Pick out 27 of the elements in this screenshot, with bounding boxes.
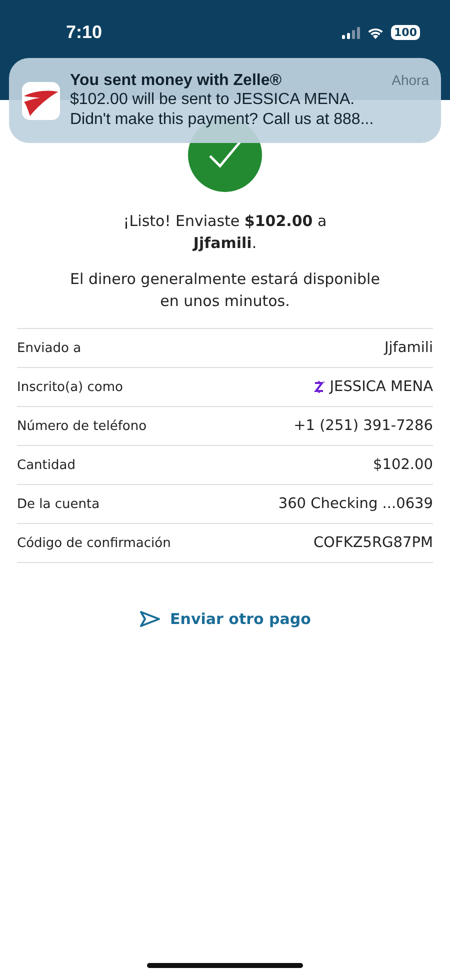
detail-label: Número de teléfono <box>17 418 147 434</box>
detail-value: JESSICA MENA <box>330 379 433 395</box>
detail-value: $102.00 <box>373 457 433 473</box>
detail-value: Jjfamili <box>384 340 433 356</box>
app-icon <box>22 82 60 120</box>
detail-label: Inscrito(a) como <box>17 380 123 394</box>
send-another-button[interactable]: Enviar otro pago <box>133 609 317 629</box>
notification-text: $102.00 will be sent to JESSICA MENA. <box>70 90 356 110</box>
detail-label: De la cuenta <box>17 496 100 512</box>
battery-level: 100 <box>391 25 420 40</box>
detail-label: Enviado a <box>17 340 82 356</box>
zelle-icon <box>314 380 325 394</box>
status-time: 7:10 <box>66 22 102 43</box>
detail-value: COFKZ5RG87PM <box>313 535 433 551</box>
send-icon <box>139 610 162 628</box>
availability-note: El dinero generalmente estará disponible en unos minutos. <box>69 269 381 312</box>
confirmation-message: ¡Listo! Enviaste $102.00 a Jjfamili. <box>122 211 328 254</box>
wifi-icon <box>367 26 384 38</box>
notification-time: Ahora <box>392 72 429 88</box>
detail-label: Cantidad <box>17 458 76 472</box>
detail-label: Código de confirmación <box>17 536 171 550</box>
notification-banner[interactable]: You sent money with Zelle® Ahora $102.00 will be sent to JESSICA MENA. Didn't make this payment? Call us at 888... <box>9 58 441 143</box>
notification-text: Didn't make this payment? Call us at 888... <box>70 110 375 130</box>
notification-title: You sent money with Zelle® <box>70 72 282 90</box>
signal-icon <box>342 26 360 38</box>
detail-value: 360 Checking ...0639 <box>278 496 433 512</box>
detail-value: +1 (251) 391-7286 <box>294 418 433 434</box>
